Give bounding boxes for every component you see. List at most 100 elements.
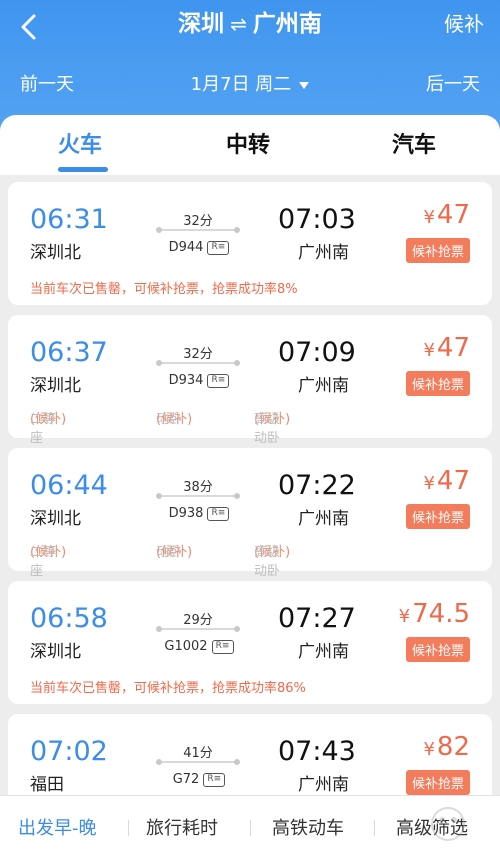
filter-high-speed[interactable]: 高铁动车 (272, 814, 344, 840)
route-line (156, 493, 240, 499)
currency-symbol: ¥ (423, 473, 435, 494)
sort-departure-early-late[interactable]: 出发早-晚 (18, 814, 97, 840)
price: ¥82 (423, 732, 470, 762)
train-number-text: G1002 (164, 639, 208, 654)
train-card[interactable]: 06:44 深圳北 38分 D938 R≡ 07:22 广州南 ¥47 候补抢票 … (8, 448, 492, 579)
currency-symbol: ¥ (423, 207, 435, 228)
arrival-time: 07:03 (278, 204, 356, 235)
waitlist-grab-button[interactable]: 候补抢票 (405, 504, 470, 529)
route-line (156, 626, 240, 632)
train-number: D938 R≡ (154, 506, 244, 521)
arrival-time: 07:27 (278, 603, 356, 634)
departure-time: 06:58 (30, 603, 108, 634)
train-number-text: G72 (172, 772, 200, 787)
route-line (156, 360, 240, 366)
price: ¥47 (423, 466, 470, 496)
arrival-station: 广州南 (298, 509, 349, 529)
waitlist-grab-button[interactable]: 候补抢票 (405, 371, 470, 396)
train-number: G1002 R≡ (154, 639, 244, 654)
id-card-icon: R≡ (211, 639, 234, 654)
duration: 41分 (183, 746, 213, 761)
id-card-icon: R≡ (207, 506, 230, 521)
sold-out-note: 当前车次已售罄，可候补抢票，抢票成功率86% (30, 681, 306, 696)
departure-time: 06:31 (30, 204, 108, 235)
tab-bus[interactable]: 汽车 (392, 127, 436, 159)
duration: 32分 (183, 214, 213, 229)
train-card[interactable]: 06:37 深圳北 32分 D934 R≡ 07:09 广州南 ¥47 候补抢票 … (8, 315, 492, 446)
route-title: 深圳 ⇌ 广州南 (0, 8, 500, 40)
bottom-filter-bar: 出发早-晚 旅行耗时 高铁动车 高级筛选 (0, 795, 500, 857)
tab-transfer[interactable]: 中转 (226, 127, 270, 159)
price-value: 82 (436, 732, 470, 762)
divider (250, 820, 251, 836)
date-picker[interactable]: 1月7日 周二 (0, 70, 500, 96)
train-number: G72 R≡ (154, 772, 244, 787)
id-card-icon: R≡ (203, 772, 226, 787)
tab-train[interactable]: 火车 (58, 127, 102, 159)
seat-class: 动卧 (候补) (156, 541, 192, 560)
seat-class: 高级动卧 (候补) (254, 541, 290, 579)
from-station: 深圳 (178, 11, 225, 37)
route-line (156, 227, 240, 233)
seat-class: 高级动卧 (候补) (254, 408, 290, 446)
train-number: D944 R≡ (154, 240, 244, 255)
divider (128, 820, 129, 836)
arrival-station: 广州南 (298, 642, 349, 662)
seat-name: 二等座 (30, 545, 57, 579)
arrival-time: 07:22 (278, 470, 356, 501)
train-list: 06:31 深圳北 32分 D944 R≡ 07:03 广州南 ¥47 候补抢票 … (0, 175, 500, 795)
train-number: D934 R≡ (154, 373, 244, 388)
departure-time: 06:44 (30, 470, 108, 501)
next-day-button[interactable]: 后一天 (426, 70, 480, 96)
date-label: 1月7日 周二 (190, 74, 292, 95)
waitlist-grab-button[interactable]: 候补抢票 (405, 637, 470, 662)
train-card[interactable]: 07:02 福田 41分 G72 R≡ 07:43 广州南 ¥82 候补抢票 (8, 714, 492, 795)
train-card[interactable]: 06:31 深圳北 32分 D944 R≡ 07:03 广州南 ¥47 候补抢票 … (8, 182, 492, 305)
departure-station: 福田 (30, 775, 64, 795)
transport-tabs: 火车 中转 汽车 (0, 115, 500, 175)
waitlist-button[interactable]: 候补 (444, 10, 484, 38)
price-value: 47 (436, 333, 470, 363)
seat-name: 动卧 (156, 545, 183, 560)
seat-name: 二等座 (30, 412, 57, 446)
arrival-station: 广州南 (298, 243, 349, 263)
active-tab-indicator (58, 167, 108, 172)
train-card[interactable]: 06:58 深圳北 29分 G1002 R≡ 07:27 广州南 ¥74.5 候补… (8, 581, 492, 704)
train-number-text: D934 (168, 373, 204, 388)
train-number-text: D944 (168, 240, 204, 255)
seat-name: 动卧 (156, 412, 183, 427)
departure-station: 深圳北 (30, 642, 81, 662)
seat-class: 二等座 (候补) (30, 408, 66, 446)
route-line (156, 759, 240, 765)
arrival-time: 07:43 (278, 736, 356, 767)
seat-class: 动卧 (候补) (156, 408, 192, 427)
price-value: 47 (436, 466, 470, 496)
seat-class: 二等座 (候补) (30, 541, 66, 579)
price: ¥74.5 (399, 599, 470, 629)
departure-station: 深圳北 (30, 509, 81, 529)
price-value: 47 (436, 200, 470, 230)
currency-symbol: ¥ (423, 340, 435, 361)
id-card-icon: R≡ (207, 240, 230, 255)
arrival-station: 广州南 (298, 775, 349, 795)
waitlist-grab-button[interactable]: 候补抢票 (405, 238, 470, 263)
arrival-station: 广州南 (298, 376, 349, 396)
duration: 29分 (183, 613, 213, 628)
arrival-time: 07:09 (278, 337, 356, 368)
waitlist-grab-button[interactable]: 候补抢票 (405, 770, 470, 795)
caret-down-icon (299, 81, 310, 89)
seat-name: 高级动卧 (254, 412, 281, 446)
departure-time: 06:37 (30, 337, 108, 368)
duration: 38分 (183, 480, 213, 495)
to-station: 广州南 (252, 11, 322, 37)
sold-out-note: 当前车次已售罄，可候补抢票，抢票成功率8% (30, 282, 298, 297)
price-value: 74.5 (412, 599, 470, 629)
price: ¥47 (423, 333, 470, 363)
id-card-icon: R≡ (207, 373, 230, 388)
duration: 32分 (183, 347, 213, 362)
departure-time: 07:02 (30, 736, 108, 767)
swap-stations-icon[interactable]: ⇌ (230, 12, 247, 36)
watermark-logo-icon (431, 807, 465, 841)
currency-symbol: ¥ (423, 739, 435, 760)
sort-travel-time[interactable]: 旅行耗时 (146, 814, 218, 840)
